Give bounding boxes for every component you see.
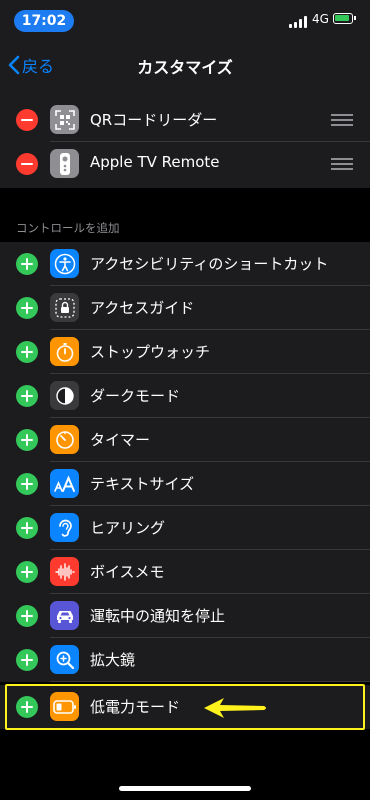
list-item-accessibility-shortcuts: アクセシビリティのショートカット (0, 242, 370, 286)
list-item-guided-access: アクセスガイド (0, 286, 370, 330)
add-button[interactable] (16, 297, 38, 319)
text-size-icon (50, 469, 79, 498)
apple-tv-remote-icon (50, 149, 79, 178)
list-item-text-size: テキストサイズ (0, 462, 370, 506)
home-indicator (119, 786, 251, 791)
add-button[interactable] (16, 341, 38, 363)
add-button[interactable] (16, 253, 38, 275)
car-icon (50, 601, 79, 630)
timer-icon (50, 425, 79, 454)
hearing-icon (50, 513, 79, 542)
navigation-bar: 戻る カスタマイズ (0, 40, 370, 92)
row-label: ダークモード (90, 387, 181, 405)
remove-button[interactable] (16, 109, 38, 131)
row-label: ストップウォッチ (90, 343, 211, 361)
voice-memos-icon (50, 557, 79, 586)
row-label: アクセシビリティのショートカット (90, 255, 329, 273)
reorder-handle[interactable] (331, 158, 353, 170)
page-title: カスタマイズ (137, 58, 233, 77)
section-header: コントロールを追加 (16, 221, 120, 235)
remove-button[interactable] (16, 153, 38, 175)
guided-access-icon (50, 293, 79, 322)
row-label: Apple TV Remote (90, 153, 220, 171)
list-item-hearing: ヒアリング (0, 506, 370, 550)
cellular-signal-icon (289, 16, 309, 28)
row-label: QRコードリーダー (90, 111, 218, 129)
add-button[interactable] (16, 429, 38, 451)
status-bar: 17:02 4G (0, 0, 370, 40)
dark-mode-icon (50, 381, 79, 410)
list-item-voice-memos: ボイスメモ (0, 550, 370, 594)
add-button[interactable] (16, 605, 38, 627)
list-item-qr-code-reader: QRコードリーダー (0, 98, 370, 142)
status-time[interactable]: 17:02 (14, 10, 74, 32)
included-controls-list: QRコードリーダー Apple TV Remote (0, 92, 370, 188)
row-label: テキストサイズ (90, 475, 195, 493)
list-item-dark-mode: ダークモード (0, 374, 370, 418)
battery-charging-icon (333, 13, 356, 24)
qr-code-icon (50, 105, 79, 134)
row-label: 運転中の通知を停止 (90, 607, 226, 625)
magnifier-icon (50, 645, 79, 674)
stopwatch-icon (50, 337, 79, 366)
list-item-magnifier: 拡大鏡 (0, 638, 370, 682)
network-type: 4G (312, 12, 329, 26)
row-label: アクセスガイド (90, 299, 195, 317)
reorder-handle[interactable] (331, 114, 353, 126)
list-item-stopwatch: ストップウォッチ (0, 330, 370, 374)
add-button[interactable] (16, 561, 38, 583)
row-label: ヒアリング (90, 519, 166, 537)
add-button[interactable] (16, 517, 38, 539)
add-button[interactable] (16, 649, 38, 671)
add-button[interactable] (16, 385, 38, 407)
highlight-box (5, 684, 365, 730)
row-label: タイマー (90, 431, 151, 449)
row-label: ボイスメモ (90, 563, 165, 581)
row-label: 拡大鏡 (90, 651, 136, 669)
list-item-timer: タイマー (0, 418, 370, 462)
accessibility-icon (50, 249, 79, 278)
add-button[interactable] (16, 473, 38, 495)
list-item-apple-tv-remote: Apple TV Remote (0, 142, 370, 186)
arrow-left-icon (204, 698, 266, 718)
list-item-do-not-disturb-driving: 運転中の通知を停止 (0, 594, 370, 638)
